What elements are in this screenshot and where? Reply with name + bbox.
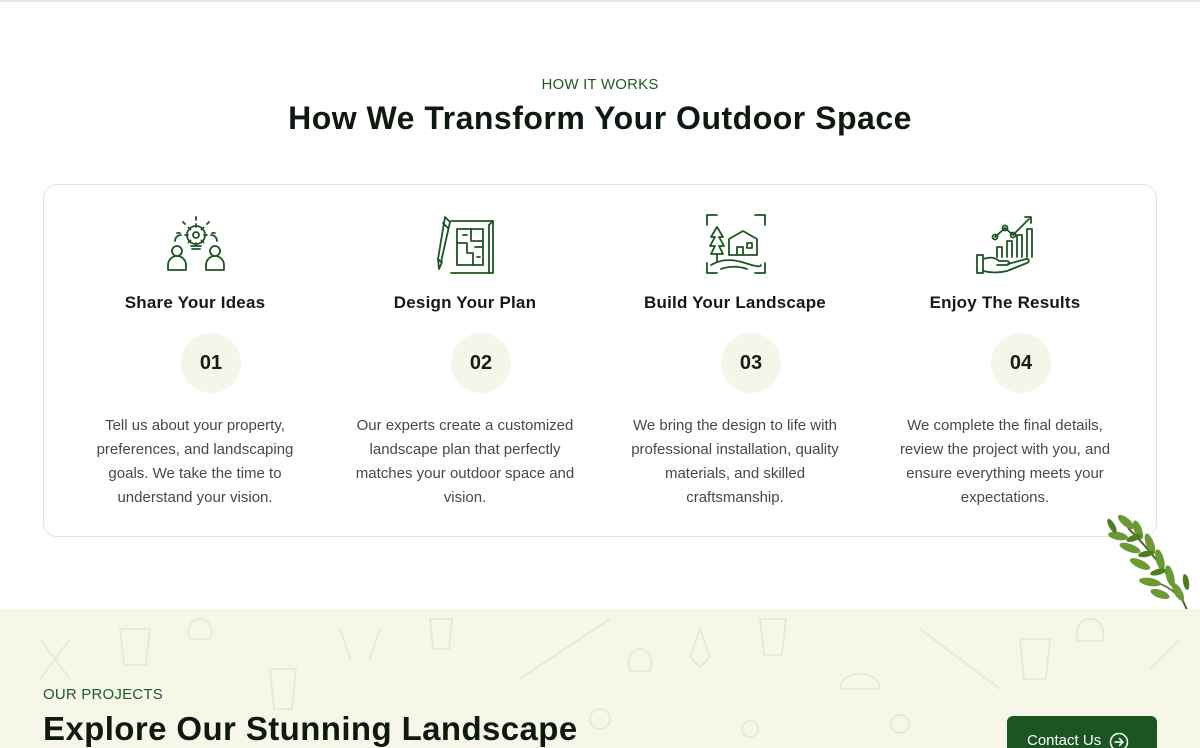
step-description: Our experts create a customized landscap… [355, 417, 575, 506]
step-description: We complete the final details, review th… [899, 417, 1111, 506]
step-number-badge: 02 [451, 333, 511, 393]
step-title: Enjoy The Results [929, 293, 1081, 312]
how-it-works-title: How We Transform Your Outdoor Space [288, 100, 912, 136]
step-description: Tell us about your property, preferences… [96, 417, 294, 506]
step-design-plan: Design Your Plan 02 Our experts create a… [330, 185, 600, 538]
growth-chart-hand-icon [975, 213, 1037, 275]
how-it-works-eyebrow: HOW IT WORKS [541, 76, 659, 93]
contact-us-label: Contact Us [1027, 732, 1102, 748]
blueprint-pencil-icon [435, 213, 497, 275]
decorative-plant-image [1098, 508, 1200, 613]
arrow-right-circle-icon [1109, 732, 1129, 748]
step-share-ideas: Share Your Ideas 01 Tell us about your p… [60, 185, 330, 538]
step-title: Design Your Plan [393, 293, 537, 312]
step-title: Build Your Landscape [644, 293, 826, 312]
our-projects-section: OUR PROJECTS Explore Our Stunning Landsc… [0, 609, 1200, 748]
step-build-landscape: Build Your Landscape 03 We bring the des… [600, 185, 870, 538]
step-title: Share Your Ideas [124, 293, 266, 312]
our-projects-eyebrow: OUR PROJECTS [43, 686, 163, 703]
idea-bulb-people-icon [165, 213, 227, 275]
step-enjoy-results: Enjoy The Results 04 We complete the fin… [870, 185, 1140, 538]
step-number-badge: 03 [721, 333, 781, 393]
step-description: We bring the design to life with profess… [631, 417, 839, 506]
house-tree-frame-icon [705, 213, 767, 275]
step-number-badge: 01 [181, 333, 241, 393]
our-projects-title: Explore Our Stunning Landscape [43, 710, 578, 747]
steps-card: Share Your Ideas 01 Tell us about your p… [43, 184, 1157, 537]
top-divider [0, 0, 1200, 2]
contact-us-button[interactable]: Contact Us [1007, 716, 1157, 748]
step-number-badge: 04 [991, 333, 1051, 393]
